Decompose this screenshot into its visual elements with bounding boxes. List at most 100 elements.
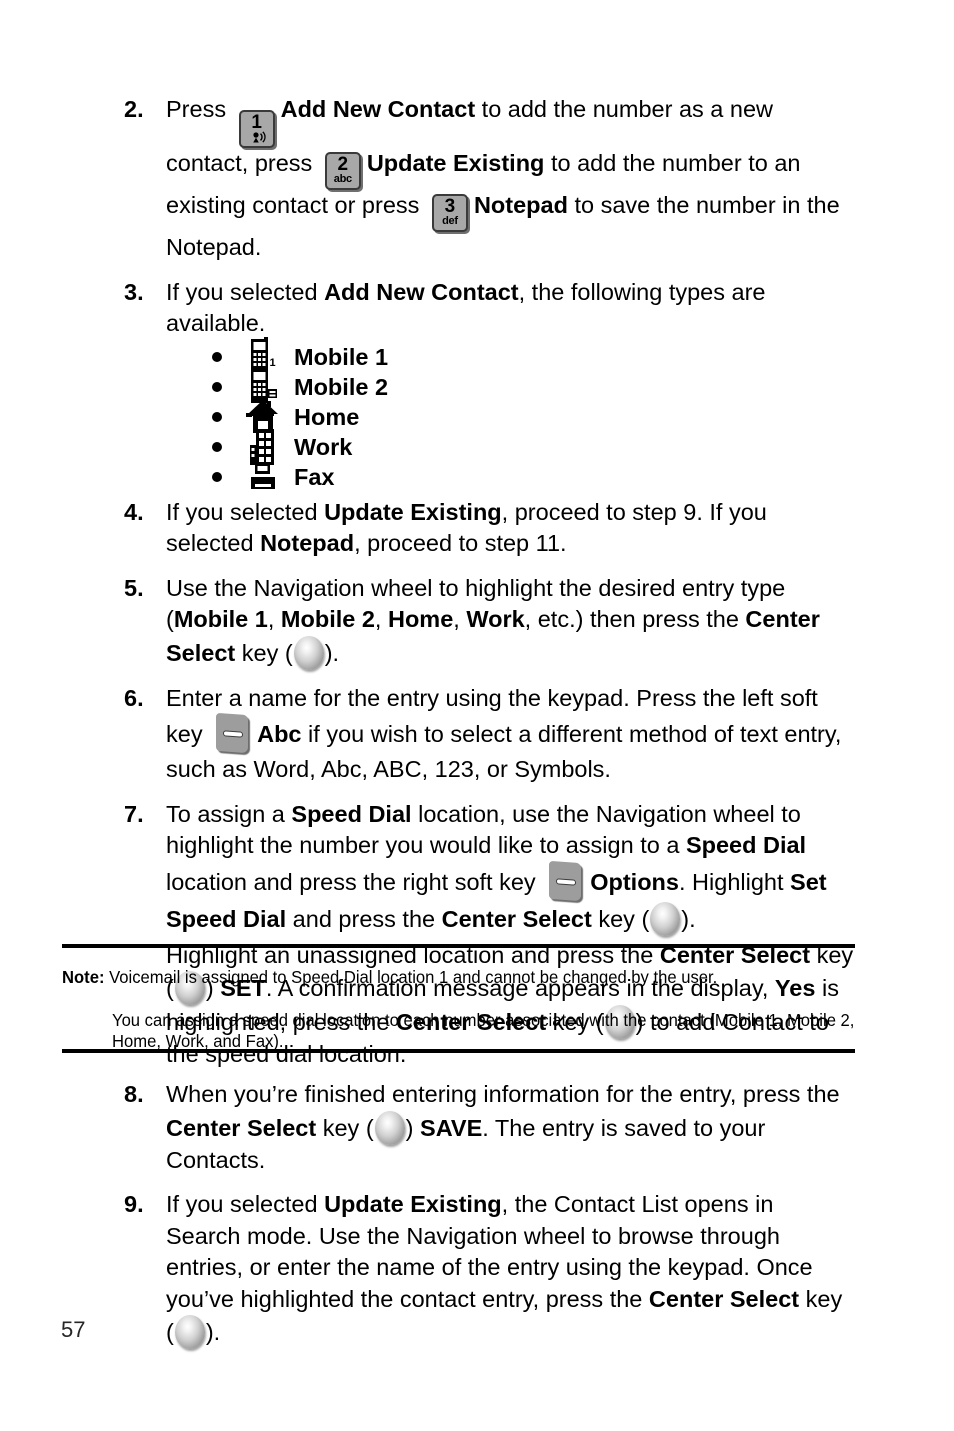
step-4-bold-notepad: Notepad [260, 530, 355, 556]
step-9-text-d: ). [205, 1319, 221, 1345]
step-8: 8. When you’re finished entering informa… [0, 1079, 954, 1176]
step-8-text-c: ) [405, 1114, 421, 1141]
step-5-text-b: , etc.) then press the [524, 606, 746, 632]
bullet-icon [212, 471, 222, 482]
bullet-icon [212, 411, 222, 422]
step-2: 2. Press 1 Add New Contact to add the num… [0, 94, 954, 264]
step-4-body: If you selected Update Existing , proceed… [166, 497, 854, 560]
contact-type-label: Fax [294, 463, 335, 490]
step-5-text-c: key ( [235, 639, 293, 666]
page-number: 57 [61, 1317, 86, 1342]
note-primary-line: Note: Voicemail is assigned to Speed Dia… [62, 966, 822, 989]
step-7-text-a: To assign a [166, 800, 292, 827]
keypad-key-2-icon[interactable]: 2 abc [324, 152, 361, 190]
step-5-body: Use the Navigation wheel to highlight th… [166, 573, 854, 670]
step-5-sep-2: , [374, 606, 388, 632]
procedure-steps-lower: 8. When you’re finished entering informa… [0, 1079, 954, 1362]
bullet-icon [212, 381, 222, 392]
keypad-key-3-number: 3 [444, 196, 456, 217]
step-7-bold-center-select: Center Select [441, 905, 592, 932]
list-item-fax: Fax [166, 462, 854, 492]
contact-type-label: Home [294, 403, 360, 430]
voicemail-glyph-icon [241, 131, 273, 143]
step-9-text-a: If you selected [166, 1191, 325, 1217]
step-2-number: 2. [124, 96, 144, 122]
soft-key-dash-icon [223, 730, 244, 738]
step-2-bold-update-existing: Update Existing [366, 150, 545, 176]
note-rule-top [62, 944, 855, 948]
step-3-body: If you selected Add New Contact, the fol… [166, 277, 854, 492]
step-7-number: 7. [124, 800, 144, 827]
manual-page: 2. Press 1 Add New Contact to add the num… [0, 0, 954, 1431]
keypad-key-2-number: 2 [337, 154, 349, 175]
step-5-bold-work: Work [466, 606, 525, 632]
step-8-number: 8. [124, 1081, 144, 1107]
step-7-bold-speed-dial-2: Speed Dial [685, 832, 807, 858]
step-2-bold-notepad: Notepad [473, 192, 568, 218]
step-7-text-g: ). [681, 905, 696, 932]
step-8-body: When you’re finished entering informatio… [166, 1079, 854, 1176]
contact-type-list: 1 Mobile 1 Mobile 2 Home Work Fax [166, 336, 854, 492]
step-5-bold-home: Home [387, 606, 454, 632]
contact-type-label: Mobile 2 [294, 373, 389, 400]
step-2-body: Press 1 Add New Contact to add the number… [166, 94, 854, 264]
soft-key-dash-icon [556, 877, 577, 886]
note-rule-bottom [62, 1049, 855, 1053]
step-5-number: 5. [124, 574, 144, 601]
step-2-bold-add-new-contact: Add New Contact [280, 96, 476, 122]
step-8-text-a: When you’re finished entering informatio… [166, 1081, 840, 1107]
step-3-bold-add-new-contact: Add New Contact [324, 278, 519, 305]
step-5-bold-mobile-2: Mobile 2 [280, 606, 375, 632]
step-6: 6. Enter a name for the entry using the … [0, 683, 954, 786]
step-7-text-e: and press the [286, 905, 442, 932]
step-5-text-d: ). [324, 639, 340, 666]
step-9: 9. If you selected Update Existing, the … [0, 1189, 954, 1349]
step-5-sep-1: , [267, 606, 281, 632]
step-4-bold-update-existing: Update Existing [324, 498, 502, 525]
step-6-number: 6. [124, 684, 144, 711]
note-secondary-text: You can assign a speed dial location to … [112, 1010, 855, 1051]
step-7-text-f: key ( [591, 905, 650, 932]
step-7: 7. To assign a Speed Dial location, use … [0, 799, 954, 936]
step-7-bold-speed-dial-1: Speed Dial [291, 800, 412, 827]
left-soft-key-icon[interactable] [216, 712, 250, 754]
step-4-number: 4. [124, 498, 144, 525]
step-3-number: 3. [124, 278, 144, 305]
step-9-number: 9. [124, 1191, 144, 1217]
step-7-bold-options: Options [590, 868, 679, 895]
step-8-bold-save: SAVE [420, 1114, 483, 1141]
bullet-icon [212, 351, 222, 362]
keypad-key-3-icon[interactable]: 3 def [431, 194, 468, 232]
center-select-key-icon[interactable] [374, 1110, 405, 1145]
step-7-text-c: location and press the right soft key [166, 868, 543, 895]
bullet-icon [212, 441, 222, 452]
step-5-sep-3: , [453, 606, 467, 632]
keypad-key-1-number: 1 [251, 112, 262, 133]
center-select-key-icon[interactable] [650, 901, 681, 936]
step-3: 3. If you selected Add New Contact, the … [0, 277, 954, 492]
step-4-text-a: If you selected [166, 498, 325, 525]
step-2-text-a: Press [166, 96, 233, 122]
step-9-body: If you selected Update Existing, the Con… [166, 1189, 854, 1349]
procedure-steps-upper: 2. Press 1 Add New Contact to add the num… [0, 94, 954, 1071]
note-block: Note: Voicemail is assigned to Speed Dia… [62, 966, 862, 1052]
right-soft-key-icon[interactable] [549, 860, 583, 902]
step-7-text-d: . Highlight [679, 868, 791, 895]
keypad-key-1-icon[interactable]: 1 [238, 110, 275, 148]
step-9-bold-center-select: Center Select [648, 1285, 800, 1312]
step-4-text-c: , proceed to step 11. [354, 530, 567, 556]
note-label: Note: [62, 967, 105, 987]
keypad-key-3-letters: def [442, 215, 458, 227]
step-9-bold-update-existing: Update Existing [324, 1191, 502, 1217]
contact-type-label: Mobile 1 [294, 343, 389, 370]
step-8-bold-center-select: Center Select [166, 1114, 317, 1141]
step-5-bold-mobile-1: Mobile 1 [173, 606, 268, 632]
center-select-key-icon[interactable] [174, 1315, 205, 1349]
step-6-body: Enter a name for the entry using the key… [166, 683, 854, 786]
step-5: 5. Use the Navigation wheel to highlight… [0, 573, 954, 670]
step-3-text-a: If you selected [166, 278, 325, 305]
keypad-key-2-letters: abc [333, 173, 352, 185]
center-select-key-icon[interactable] [293, 635, 324, 670]
step-8-text-b: key ( [316, 1114, 374, 1141]
step-7-body: To assign a Speed Dial location, use the… [166, 799, 854, 936]
